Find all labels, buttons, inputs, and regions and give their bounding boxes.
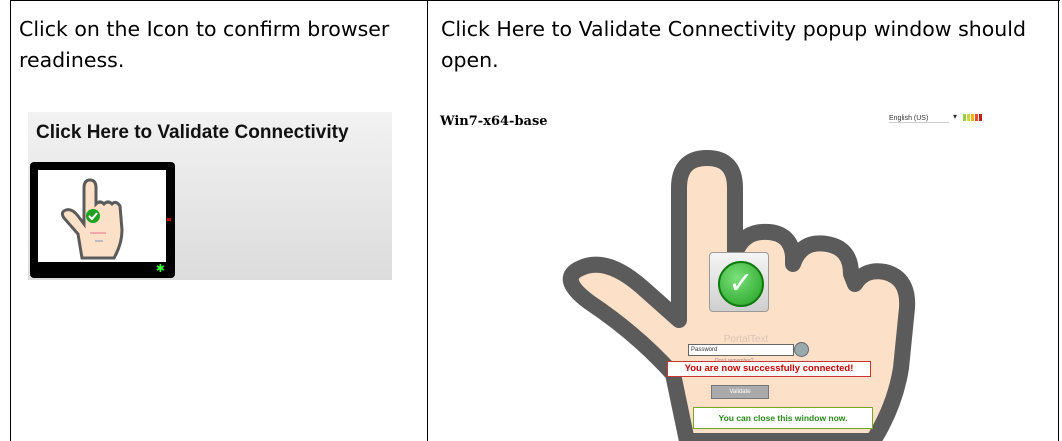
password-field[interactable]: Password — [688, 344, 794, 356]
validate-connectivity-title: Click Here to Validate Connectivity — [36, 122, 349, 143]
thumbnail-screen — [38, 170, 166, 262]
table-divider — [427, 0, 428, 441]
table-border-left — [10, 0, 11, 441]
table-border-top — [10, 0, 1060, 1]
validate-connectivity-button[interactable]: ✱ — [30, 162, 175, 278]
right-instruction: Click Here to Validate Connectivity popu… — [441, 17, 1026, 72]
submit-arrow-icon[interactable] — [794, 342, 809, 357]
connectivity-popup-window: Win7-x64-base English (US) ▾ ✓ PortalTex… — [437, 106, 1055, 441]
left-instruction: Click on the Icon to confirm browser rea… — [19, 17, 390, 72]
validation-check-button[interactable]: ✓ — [709, 252, 769, 312]
status-light-icon: ✱ — [155, 262, 165, 275]
hand-pointer-icon — [60, 178, 124, 260]
validate-connectivity-screenshot: Click Here to Validate Connectivity ✱ — [28, 112, 392, 280]
close-window-message: You can close this window now. — [693, 407, 873, 429]
thumbnail-red-dot — [167, 218, 171, 221]
success-message: You are now successfully connected! — [667, 361, 871, 377]
validate-button[interactable]: Validate — [711, 385, 769, 399]
table-border-right — [1058, 0, 1059, 441]
checkmark-icon: ✓ — [718, 261, 764, 307]
